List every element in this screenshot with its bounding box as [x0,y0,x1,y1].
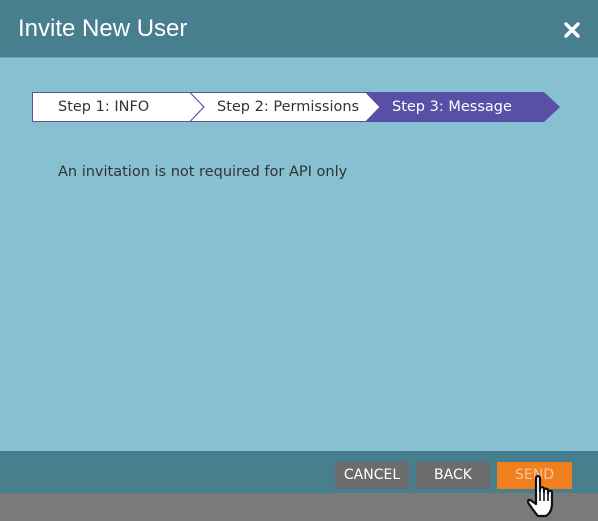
dialog-title: Invite New User [18,15,188,42]
api-only-message: An invitation is not required for API on… [58,164,348,180]
dialog-titlebar: Invite New User [0,0,598,58]
wizard-steps: Step 1: INFO Step 2: Permissions Step 3:… [32,92,562,122]
send-button[interactable]: SEND [497,462,572,489]
invite-user-dialog: Invite New User Step 1: INFO Step 2: Per… [0,0,598,493]
wizard-step-message[interactable]: Step 3: Message [392,92,512,122]
close-icon[interactable] [562,20,582,40]
wizard-step-permissions[interactable]: Step 2: Permissions [217,92,359,122]
cancel-button[interactable]: CANCEL [335,462,409,489]
back-button[interactable]: BACK [416,462,490,489]
dialog-footer: CANCEL BACK SEND [0,451,598,493]
wizard-step-info[interactable]: Step 1: INFO [58,92,149,122]
